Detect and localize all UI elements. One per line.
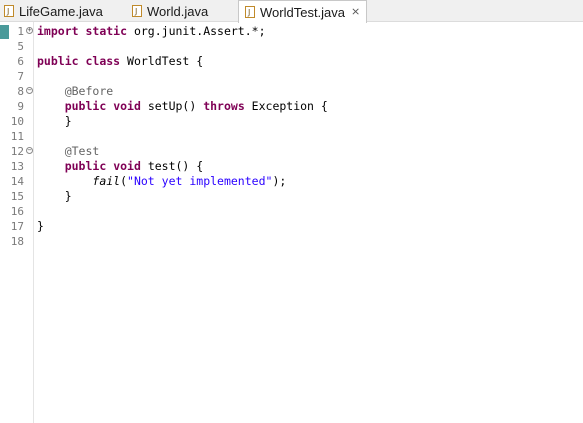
- line-number: 18: [10, 235, 24, 248]
- code-token: @Test: [64, 144, 100, 158]
- code-line[interactable]: 11: [0, 129, 583, 144]
- code-token: public: [64, 99, 107, 113]
- code-text: public void test() {: [37, 159, 204, 174]
- code-line[interactable]: 6 public class WorldTest {: [0, 54, 583, 69]
- code-text: }: [37, 189, 72, 204]
- code-token: import: [37, 24, 79, 38]
- code-token: }: [37, 189, 72, 203]
- code-line[interactable]: 9 public void setUp() throws Exception {: [0, 99, 583, 114]
- code-text: }: [37, 114, 72, 129]
- line-number: 5: [17, 40, 24, 53]
- code-token: test() {: [140, 159, 204, 173]
- code-line[interactable]: 1 + import static org.junit.Assert.*;: [0, 24, 583, 39]
- code-token: );: [272, 174, 287, 188]
- line-number: 1: [17, 25, 24, 38]
- tab-world[interactable]: J World.java: [132, 0, 208, 22]
- tab-label: World.java: [147, 3, 209, 19]
- tab-worldtest[interactable]: J WorldTest.java ⨯: [238, 0, 368, 23]
- code-editor[interactable]: 1 + import static org.junit.Assert.*; 5 6 pub…: [0, 22, 583, 423]
- code-token: }: [37, 219, 44, 233]
- code-token: public: [37, 54, 79, 68]
- code-line[interactable]: 14 fail("Not yet implemented");: [0, 174, 583, 189]
- close-icon[interactable]: ⨯: [351, 6, 360, 18]
- code-token: class: [85, 54, 121, 68]
- code-token: fail: [92, 174, 121, 188]
- code-line[interactable]: 18: [0, 234, 583, 249]
- line-number: 9: [17, 100, 24, 113]
- line-number: 6: [17, 55, 24, 68]
- code-line[interactable]: 10 }: [0, 114, 583, 129]
- code-line[interactable]: 17}: [0, 219, 583, 234]
- code-text: public void setUp() throws Exception {: [37, 99, 328, 114]
- line-number: 17: [10, 220, 24, 233]
- line-number: 15: [10, 190, 24, 203]
- code-text: fail("Not yet implemented");: [37, 174, 286, 189]
- code-line[interactable]: 13 public void test() {: [0, 159, 583, 174]
- tab-label: WorldTest.java: [260, 4, 346, 20]
- code-text: @Before: [37, 84, 113, 99]
- editor-tab-bar: J LifeGame.java J World.java J WorldTest…: [0, 0, 583, 23]
- tab-lifegame[interactable]: J LifeGame.java: [4, 0, 103, 22]
- code-line[interactable]: 5: [0, 39, 583, 54]
- java-file-icon: J: [132, 5, 142, 17]
- line-number: 16: [10, 205, 24, 218]
- code-line[interactable]: 16: [0, 204, 583, 219]
- java-file-icon: J: [245, 6, 255, 18]
- java-file-icon: J: [4, 5, 14, 17]
- expand-fold-icon[interactable]: +: [26, 27, 33, 34]
- code-token: public: [64, 159, 107, 173]
- code-token: WorldTest {: [120, 54, 204, 68]
- svg-text:J: J: [134, 7, 137, 16]
- tab-label: LifeGame.java: [19, 3, 103, 19]
- code-token: static: [85, 24, 128, 38]
- line-number: 12: [10, 145, 24, 158]
- code-token: Exception {: [244, 99, 328, 113]
- collapse-fold-icon[interactable]: −: [26, 147, 33, 154]
- code-line[interactable]: 12− @Test: [0, 144, 583, 159]
- line-number: 10: [10, 115, 24, 128]
- code-token: "Not yet implemented": [127, 174, 273, 188]
- code-line[interactable]: 7: [0, 69, 583, 84]
- code-text: }: [37, 219, 44, 234]
- svg-text:J: J: [6, 7, 9, 16]
- line-number: 13: [10, 160, 24, 173]
- line-number: 14: [10, 175, 24, 188]
- code-token: (: [120, 174, 128, 188]
- line-number: 7: [17, 70, 24, 83]
- code-line[interactable]: 15 }: [0, 189, 583, 204]
- line-number: 8: [17, 85, 24, 98]
- collapse-fold-icon[interactable]: −: [26, 87, 33, 94]
- code-text: public class WorldTest {: [37, 54, 203, 69]
- line-number: 11: [10, 130, 24, 143]
- code-token: setUp(): [140, 99, 204, 113]
- code-line[interactable]: 8− @Before: [0, 84, 583, 99]
- code-token: void: [113, 159, 141, 173]
- code-token: }: [37, 114, 72, 128]
- code-token: throws: [203, 99, 245, 113]
- code-token: @Before: [64, 84, 114, 98]
- code-token: void: [113, 99, 141, 113]
- svg-text:J: J: [247, 8, 250, 17]
- code-token: org.junit.Assert.*;: [127, 24, 266, 38]
- code-text: @Test: [37, 144, 100, 159]
- code-text: import static org.junit.Assert.*;: [37, 24, 266, 39]
